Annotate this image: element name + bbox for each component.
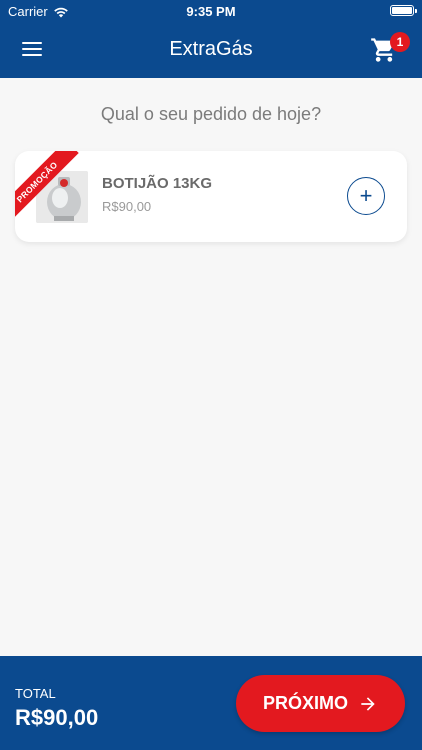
status-bar: Carrier 9:35 PM (0, 0, 422, 22)
total-label: TOTAL (15, 686, 56, 701)
next-button-label: PRÓXIMO (262, 693, 348, 713)
arrow-right-icon (361, 696, 375, 711)
product-card: PROMOÇÃO BOTIJÃO 13KG R$90,00 + (15, 151, 407, 242)
top-bar: Carrier 9:35 PM ExtraGás 1 (0, 0, 422, 78)
checkout-footer: TOTAL R$90,00 PRÓXIMO (0, 656, 422, 750)
next-button[interactable]: PRÓXIMO (236, 675, 405, 732)
cart-count-badge: 1 (390, 32, 410, 52)
product-price: R$90,00 (102, 199, 152, 214)
status-time: 9:35 PM (186, 4, 236, 19)
navigation-bar: ExtraGás 1 (0, 22, 422, 78)
total-value: R$90,00 (15, 705, 99, 730)
app-title: ExtraGás (169, 38, 253, 60)
plus-icon: + (359, 183, 373, 208)
battery-icon (390, 5, 417, 16)
order-prompt: Qual o seu pedido de hoje? (100, 104, 322, 124)
product-name: BOTIJÃO 13KG (102, 175, 213, 192)
add-product-button[interactable]: + (347, 177, 385, 215)
